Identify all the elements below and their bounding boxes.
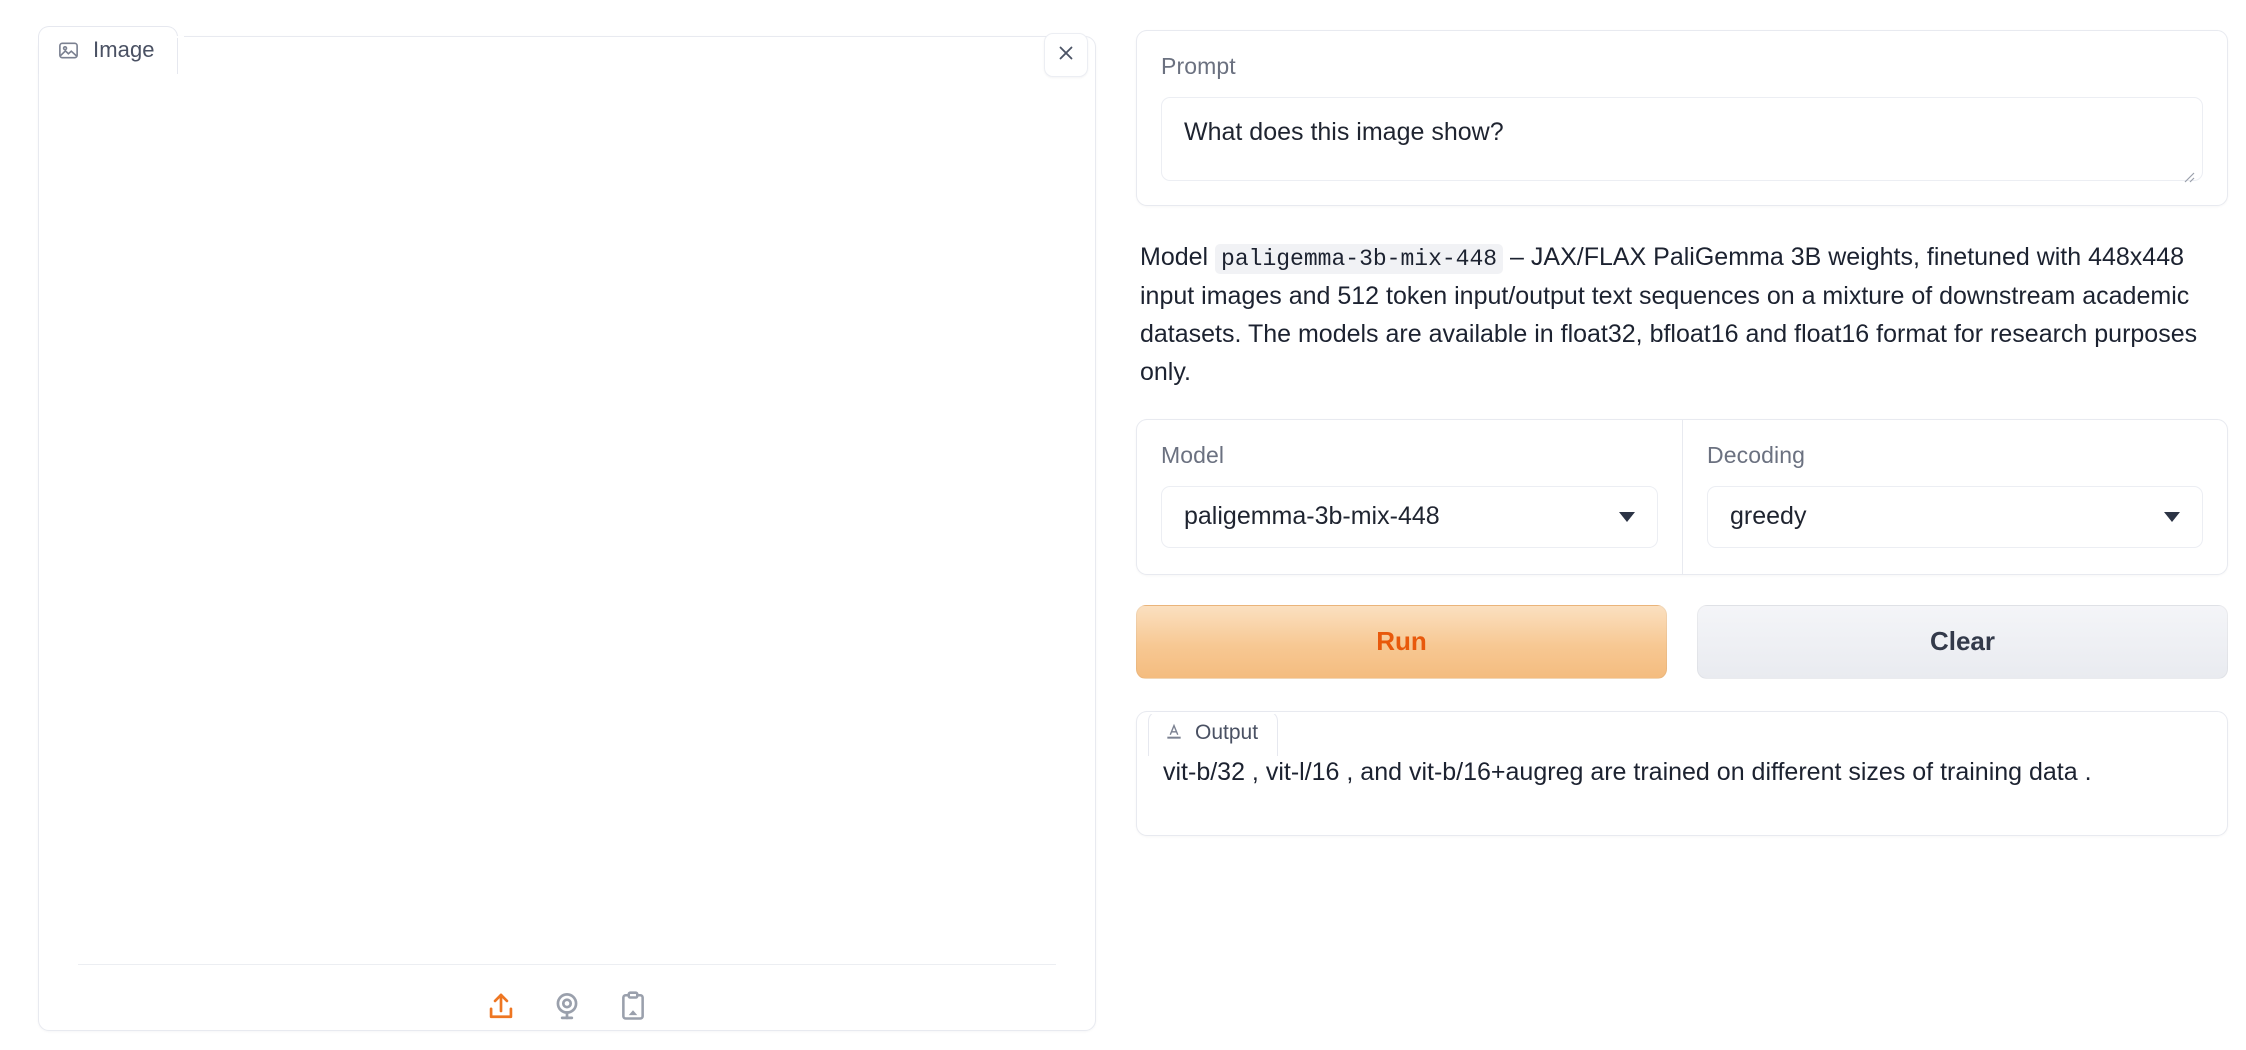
output-tab-label: Output	[1195, 721, 1259, 745]
image-column: Image ImageNet top-1 accuracy after fine…	[26, 14, 1108, 1036]
controls-column: Prompt What does this image show? Model …	[1136, 14, 2228, 1036]
model-description: Model paligemma-3b-mix-448 – JAX/FLAX Pa…	[1140, 238, 2224, 391]
output-text: vit-b/32 , vit-l/16 , and vit-b/16+augre…	[1163, 757, 2092, 786]
image-card	[38, 36, 1096, 1031]
model-select-value: paligemma-3b-mix-448	[1184, 502, 1440, 531]
resize-grip-icon[interactable]	[2181, 161, 2195, 183]
tab-seam-mask	[39, 36, 184, 38]
text-output-icon	[1164, 721, 1184, 746]
image-toolbar	[26, 989, 1108, 1028]
run-button[interactable]: Run	[1136, 604, 1667, 679]
decoding-select-value: greedy	[1730, 502, 1807, 531]
model-select-label: Model	[1161, 441, 1225, 468]
output-section: Output vit-b/32 , vit-l/16 , and vit-b/1…	[1136, 710, 2228, 836]
app-root: Image ImageNet top-1 accuracy after fine…	[0, 0, 2246, 1050]
image-tab-label: Image	[93, 37, 155, 62]
selects-panel: Model paligemma-3b-mix-448 Decoding gree…	[1136, 418, 2228, 575]
upload-icon[interactable]	[484, 989, 518, 1028]
model-select-cell: Model paligemma-3b-mix-448	[1137, 420, 1682, 574]
clipboard-image-icon[interactable]	[616, 989, 650, 1028]
output-tab-seam-mask	[1150, 711, 1302, 714]
model-id-code: paligemma-3b-mix-448	[1215, 244, 1504, 274]
close-image-button[interactable]	[1044, 33, 1088, 77]
prompt-panel: Prompt What does this image show?	[1136, 30, 2228, 206]
image-icon	[57, 39, 80, 62]
decoding-select-label: Decoding	[1707, 441, 1805, 468]
clear-button[interactable]: Clear	[1697, 604, 2228, 679]
decoding-select[interactable]: greedy	[1707, 485, 2203, 548]
description-prefix: Model	[1140, 243, 1209, 271]
output-panel: vit-b/32 , vit-l/16 , and vit-b/16+augre…	[1136, 710, 2228, 836]
decoding-select-cell: Decoding greedy	[1682, 419, 2227, 574]
image-toolbar-divider	[78, 964, 1056, 965]
image-tab[interactable]: Image	[38, 26, 178, 74]
action-buttons: Run Clear	[1136, 604, 2228, 679]
chevron-down-icon	[2164, 511, 2180, 522]
prompt-input[interactable]: What does this image show?	[1161, 97, 2203, 183]
close-icon	[1055, 42, 1077, 69]
output-tab: Output	[1148, 710, 1279, 756]
prompt-label: Prompt	[1161, 53, 1236, 79]
webcam-icon[interactable]	[550, 989, 584, 1028]
prompt-input-value: What does this image show?	[1184, 118, 1504, 146]
chevron-down-icon	[1619, 511, 1635, 522]
model-select[interactable]: paligemma-3b-mix-448	[1161, 485, 1658, 548]
